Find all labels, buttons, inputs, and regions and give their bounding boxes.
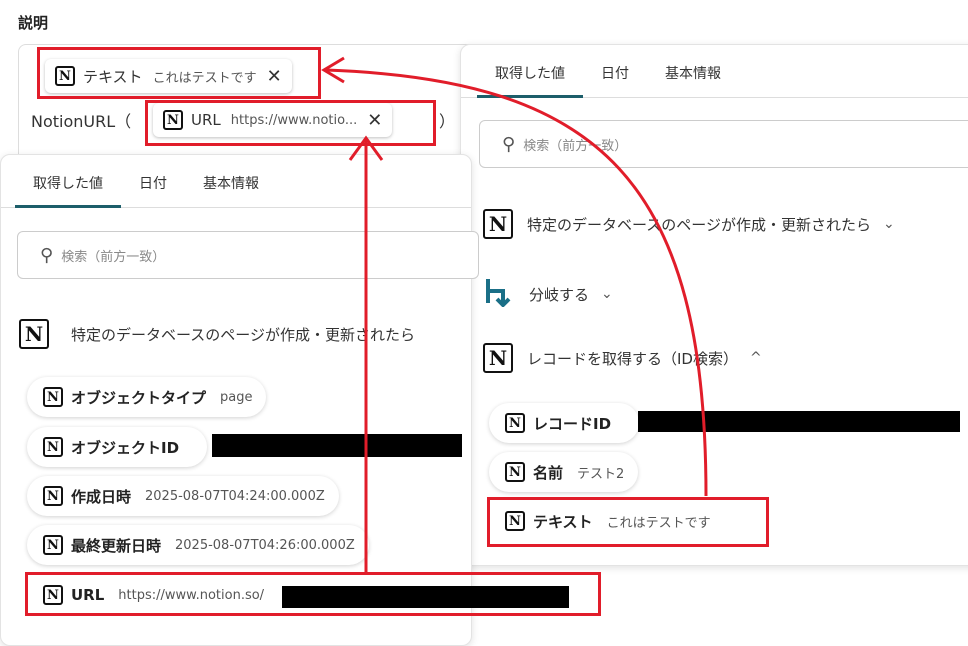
list-item[interactable]: N 名前 テスト2 [489, 452, 639, 492]
notion-url-prefix: NotionURL（ [31, 112, 132, 131]
item-key: 名前 [533, 463, 564, 482]
list-item[interactable]: N 作成日時 2025-08-07T04:24:00.000Z [27, 476, 339, 516]
tab-basic-info[interactable]: 基本情報 [647, 51, 739, 97]
left-tabs: 取得した値 日付 基本情報 [1, 161, 471, 208]
tab-date[interactable]: 日付 [121, 161, 185, 207]
record-label: レコードを取得する（ID検索） [527, 349, 738, 368]
list-item[interactable]: N オブジェクトID [27, 427, 208, 467]
notion-icon: N [19, 319, 49, 349]
notion-icon: N [43, 486, 63, 506]
item-key: レコードID [533, 414, 612, 433]
annotation-box-text-item [487, 497, 769, 547]
item-key: オブジェクトタイプ [71, 388, 207, 407]
tab-date[interactable]: 日付 [583, 51, 647, 97]
left-trigger-row[interactable]: N 特定のデータベースのページが作成・更新されたら [19, 319, 415, 349]
right-value-panel: 取得した値 日付 基本情報 ⚲ 検索（前方一致） N 特定のデータベースのページ… [460, 44, 968, 566]
notion-icon: N [43, 387, 63, 407]
list-item[interactable]: N オブジェクトタイプ page [27, 377, 267, 417]
trigger-label: 特定のデータベースのページが作成・更新されたら [71, 325, 415, 344]
list-item[interactable]: N レコードID [489, 403, 640, 443]
item-value: 2025-08-07T04:26:00.000Z [175, 537, 355, 553]
branch-icon [483, 277, 515, 311]
notion-url-suffix: ） [439, 112, 456, 131]
chevron-up-icon[interactable]: ^ [750, 350, 762, 366]
record-row[interactable]: N レコードを取得する（ID検索） ^ [483, 343, 762, 373]
chevron-down-icon[interactable]: ⌄ [883, 216, 895, 232]
section-title: 説明 [18, 14, 49, 32]
chevron-down-icon[interactable]: ⌄ [601, 286, 613, 302]
notion-icon: N [483, 343, 513, 373]
annotation-box-text-chip [37, 47, 321, 99]
notion-icon: N [43, 535, 63, 555]
item-key: 作成日時 [71, 487, 132, 506]
search-placeholder: 検索（前方一致） [523, 138, 628, 154]
right-tabs: 取得した値 日付 基本情報 [461, 51, 968, 98]
tab-acquired-values[interactable]: 取得した値 [477, 51, 583, 98]
annotation-box-url-chip [145, 100, 436, 146]
list-item[interactable]: N 最終更新日時 2025-08-07T04:26:00.000Z [27, 525, 369, 565]
notion-icon: N [505, 462, 525, 482]
item-value: テスト2 [577, 466, 625, 482]
right-trigger-row[interactable]: N 特定のデータベースのページが作成・更新されたら ⌄ [483, 209, 895, 239]
branch-row[interactable]: 分岐する ⌄ [483, 277, 613, 311]
redaction-bar [638, 411, 960, 432]
left-search-input[interactable]: ⚲ 検索（前方一致） [17, 231, 479, 279]
item-value: 2025-08-07T04:24:00.000Z [145, 488, 325, 504]
tab-acquired-values[interactable]: 取得した値 [15, 161, 121, 208]
item-value: page [220, 389, 253, 405]
right-search-input[interactable]: ⚲ 検索（前方一致） [479, 120, 968, 168]
search-icon: ⚲ [502, 133, 516, 155]
redaction-bar [212, 434, 462, 457]
notion-icon: N [483, 209, 513, 239]
branch-label: 分岐する [529, 285, 590, 304]
tab-basic-info[interactable]: 基本情報 [185, 161, 277, 207]
item-key: オブジェクトID [71, 438, 180, 457]
trigger-label: 特定のデータベースのページが作成・更新されたら [527, 215, 871, 234]
annotation-box-url-item [25, 572, 601, 616]
notion-icon: N [43, 437, 63, 457]
notion-icon: N [505, 413, 525, 433]
search-icon: ⚲ [40, 244, 54, 266]
search-placeholder: 検索（前方一致） [61, 249, 166, 265]
item-key: 最終更新日時 [71, 536, 162, 555]
